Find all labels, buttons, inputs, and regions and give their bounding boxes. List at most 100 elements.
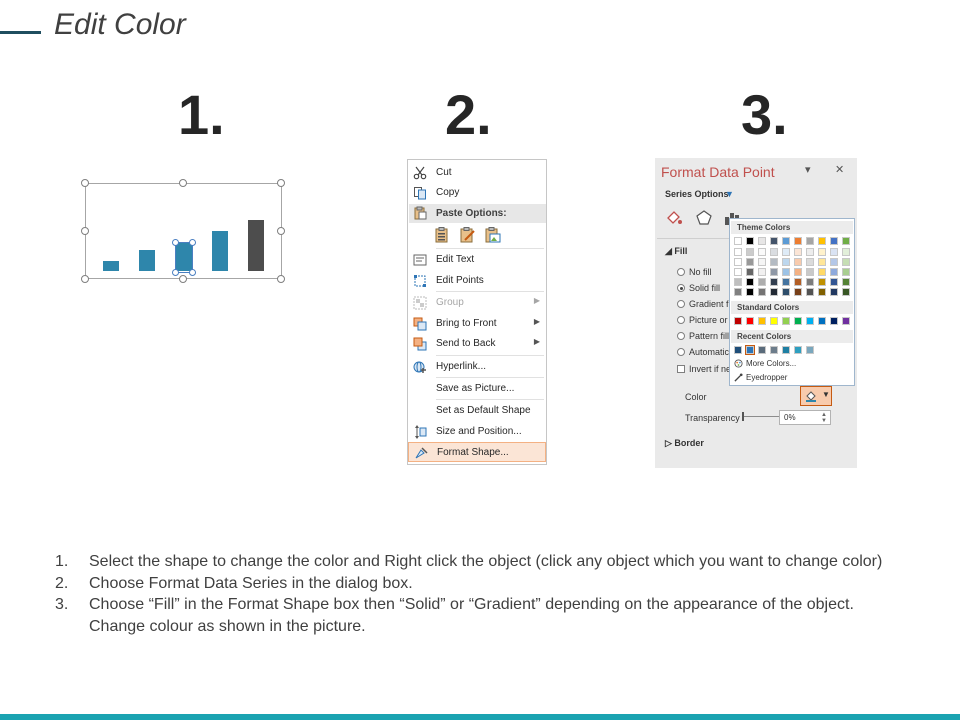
theme-color-swatch[interactable] [746,278,754,286]
standard-color-swatch[interactable] [758,317,766,325]
theme-color-swatch[interactable] [818,268,826,276]
bar-selection-handle[interactable] [172,239,179,246]
theme-color-swatch[interactable] [734,258,742,266]
theme-color-swatch[interactable] [734,248,742,256]
standard-color-swatch[interactable] [782,317,790,325]
radio-button-selected[interactable] [677,284,685,292]
standard-color-swatch[interactable] [806,317,814,325]
theme-color-swatch[interactable] [734,288,742,296]
resize-handle[interactable] [179,179,187,187]
menu-item-bring-to-front[interactable]: Bring to Front ▶ [408,314,546,334]
theme-color-swatch[interactable] [818,258,826,266]
theme-color-swatch[interactable] [806,258,814,266]
theme-color-swatch[interactable] [758,248,766,256]
bar-selection-handle[interactable] [189,269,196,276]
radio-no-fill[interactable]: No fill [677,267,712,277]
resize-handle[interactable] [179,275,187,283]
theme-color-swatch[interactable] [770,288,778,296]
recent-color-swatch[interactable] [758,346,766,354]
recent-color-swatch[interactable] [782,346,790,354]
theme-color-swatch[interactable] [734,237,742,245]
menu-item-group[interactable]: Group ▶ [408,293,546,313]
theme-color-swatch[interactable] [782,248,790,256]
radio-button[interactable] [677,316,685,324]
theme-color-swatch[interactable] [758,258,766,266]
standard-color-swatch[interactable] [818,317,826,325]
theme-color-swatch[interactable] [782,268,790,276]
close-icon[interactable]: ✕ [835,163,844,176]
radio-button[interactable] [677,332,685,340]
theme-color-swatch[interactable] [818,237,826,245]
theme-color-swatch[interactable] [830,288,838,296]
theme-color-swatch[interactable] [794,278,802,286]
menu-item-format-shape[interactable]: Format Shape... [408,442,546,462]
transparency-input[interactable]: 0% ▲ ▼ [779,410,831,425]
theme-color-swatch[interactable] [842,237,850,245]
radio-picture-fill[interactable]: Picture or [677,315,728,325]
theme-color-swatch[interactable] [818,288,826,296]
bar-selection-handle[interactable] [189,239,196,246]
menu-item-send-to-back[interactable]: Send to Back ▶ [408,334,546,354]
standard-color-swatch[interactable] [734,317,742,325]
chart-bar[interactable] [248,220,264,271]
theme-color-swatch[interactable] [794,258,802,266]
theme-color-swatch[interactable] [746,237,754,245]
radio-button[interactable] [677,300,685,308]
fill-color-button[interactable]: ▼ [800,386,832,406]
theme-color-swatch[interactable] [734,278,742,286]
chart-bar[interactable] [212,231,228,271]
theme-color-swatch[interactable] [782,278,790,286]
resize-handle[interactable] [81,275,89,283]
checkbox[interactable] [677,365,685,373]
bar-selection-handle[interactable] [172,269,179,276]
theme-color-swatch[interactable] [734,268,742,276]
radio-button[interactable] [677,348,685,356]
theme-color-swatch[interactable] [830,278,838,286]
theme-color-swatch[interactable] [782,288,790,296]
theme-color-swatch[interactable] [806,268,814,276]
radio-button[interactable] [677,268,685,276]
theme-color-swatch[interactable] [842,258,850,266]
radio-gradient-fill[interactable]: Gradient fi [677,299,731,309]
menu-item-size-and-position[interactable]: Size and Position... [408,422,546,442]
theme-color-swatch[interactable] [842,278,850,286]
theme-color-swatch[interactable] [746,248,754,256]
border-section-header[interactable]: ▷ Border [665,438,704,449]
menu-item-set-default-shape[interactable]: Set as Default Shape [408,401,546,421]
theme-color-swatch[interactable] [746,258,754,266]
theme-color-swatch[interactable] [746,288,754,296]
theme-color-swatch[interactable] [830,237,838,245]
effects-tab-icon[interactable] [695,209,713,227]
theme-color-swatch[interactable] [782,258,790,266]
theme-color-swatch[interactable] [830,268,838,276]
radio-pattern-fill[interactable]: Pattern fill [677,331,729,341]
radio-automatic[interactable]: Automatic [677,347,729,357]
pane-options-dropdown-icon[interactable]: ▾ [805,163,811,176]
menu-item-edit-points[interactable]: Edit Points [408,271,546,291]
transparency-slider-track[interactable] [743,416,783,417]
theme-color-swatch[interactable] [818,278,826,286]
theme-color-swatch[interactable] [746,268,754,276]
theme-color-swatch[interactable] [782,237,790,245]
chart-bar[interactable] [139,250,155,271]
theme-color-swatch[interactable] [806,237,814,245]
paste-use-destination-icon[interactable] [459,226,477,244]
theme-color-swatch[interactable] [758,237,766,245]
theme-color-swatch[interactable] [770,268,778,276]
menu-item-save-as-picture[interactable]: Save as Picture... [408,379,546,399]
chart-bar[interactable] [103,261,119,271]
chart-selection-frame[interactable] [81,179,285,283]
standard-color-swatch[interactable] [794,317,802,325]
checkbox-invert-if-negative[interactable]: Invert if ne [677,364,731,374]
theme-color-swatch[interactable] [830,248,838,256]
standard-color-swatch[interactable] [830,317,838,325]
transparency-slider-thumb[interactable] [742,412,744,421]
eyedropper-item[interactable]: Eyedropper [734,373,787,382]
recent-color-swatch[interactable] [745,345,755,355]
standard-color-swatch[interactable] [770,317,778,325]
theme-color-swatch[interactable] [806,278,814,286]
theme-color-swatch[interactable] [794,237,802,245]
theme-color-swatch[interactable] [806,288,814,296]
recent-color-swatch[interactable] [770,346,778,354]
theme-color-swatch[interactable] [794,248,802,256]
